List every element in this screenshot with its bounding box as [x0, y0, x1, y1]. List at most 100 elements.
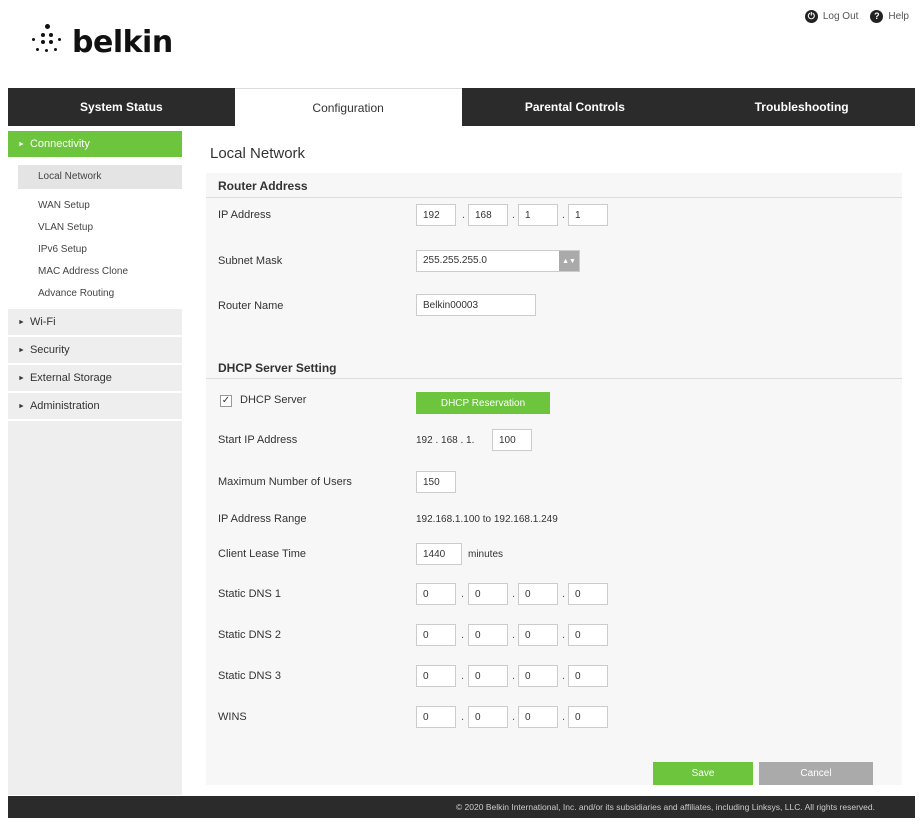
dhcp-heading: DHCP Server Setting [218, 361, 337, 375]
ip-dot: . [562, 629, 566, 641]
page-title: Local Network [210, 145, 306, 162]
max-users-label: Maximum Number of Users [218, 476, 352, 488]
dhcp-server-label: DHCP Server [240, 394, 307, 406]
content-area: Local Network Router Address IP Address … [182, 131, 915, 795]
ip-dot: . [461, 711, 465, 723]
ip-dot: . [462, 209, 466, 221]
main-nav: System Status Configuration Parental Con… [8, 88, 915, 126]
sidebar-item-vlan-setup[interactable]: VLAN Setup [8, 217, 182, 239]
ip-octet-1[interactable] [416, 204, 456, 226]
arrow-right-icon: ► [18, 318, 25, 326]
dns3-octet-1[interactable] [416, 665, 456, 687]
lease-time-input[interactable] [416, 543, 462, 565]
logo-dots-icon [30, 24, 64, 60]
router-name-input[interactable] [416, 294, 536, 316]
ip-dot: . [562, 711, 566, 723]
sidebar-item-wan-setup[interactable]: WAN Setup [8, 195, 182, 217]
ip-dot: . [512, 670, 516, 682]
max-users-input[interactable] [416, 471, 456, 493]
dns2-octet-1[interactable] [416, 624, 456, 646]
lease-time-unit: minutes [468, 549, 504, 560]
logout-link[interactable]: ⏻ Log Out [804, 10, 859, 23]
dns2-octet-2[interactable] [468, 624, 508, 646]
dns3-octet-3[interactable] [518, 665, 558, 687]
save-button[interactable]: Save [653, 762, 753, 785]
copyright-text: © 2020 Belkin International, Inc. and/or… [455, 802, 875, 812]
sidebar-item-ipv6-setup[interactable]: IPv6 Setup [8, 239, 182, 261]
sidebar-section-connectivity[interactable]: ► Connectivity [8, 131, 182, 159]
ip-dot: . [461, 588, 465, 600]
sidebar-section-external-storage[interactable]: ► External Storage [8, 365, 182, 393]
dns1-octet-1[interactable] [416, 583, 456, 605]
belkin-logo: belkin [30, 24, 173, 60]
cancel-button[interactable]: Cancel [759, 762, 873, 785]
dns1-octet-2[interactable] [468, 583, 508, 605]
subnet-mask-label: Subnet Mask [218, 255, 283, 267]
help-icon: ? [870, 10, 884, 23]
subnet-mask-value: 255.255.255.0 [423, 255, 487, 266]
sidebar-item-advance-routing[interactable]: Advance Routing [8, 283, 182, 305]
select-arrows-icon: ▲▼ [559, 251, 579, 271]
tab-configuration[interactable]: Configuration [234, 88, 462, 126]
footer: © 2020 Belkin International, Inc. and/or… [8, 796, 915, 818]
sidebar-section-administration[interactable]: ► Administration [8, 393, 182, 421]
ip-octet-4[interactable] [568, 204, 608, 226]
help-label: Help [888, 11, 909, 22]
wins-octet-4[interactable] [568, 706, 608, 728]
ip-dot: . [562, 209, 566, 221]
dhcp-server-checkbox[interactable]: ✓ [220, 395, 232, 407]
wins-octet-2[interactable] [468, 706, 508, 728]
dns1-octet-3[interactable] [518, 583, 558, 605]
sidebar-section-wifi[interactable]: ► Wi-Fi [8, 309, 182, 337]
help-link[interactable]: ? Help [870, 10, 909, 23]
ip-octet-3[interactable] [518, 204, 558, 226]
dns2-octet-4[interactable] [568, 624, 608, 646]
start-ip-label: Start IP Address [218, 434, 298, 446]
static-dns1-label: Static DNS 1 [218, 588, 281, 600]
sidebar-section-label: Wi-Fi [29, 316, 56, 328]
ip-dot: . [512, 209, 516, 221]
sidebar-section-label: External Storage [29, 372, 112, 384]
sidebar-section-label: Connectivity [29, 138, 90, 150]
dns3-octet-2[interactable] [468, 665, 508, 687]
sidebar: ► Connectivity Local Network WAN Setup V… [8, 131, 182, 795]
start-ip-prefix: 192 . 168 . 1. [416, 435, 475, 446]
ip-range-value: 192.168.1.100 to 192.168.1.249 [416, 514, 558, 525]
ip-dot: . [512, 588, 516, 600]
subnet-mask-select[interactable]: 255.255.255.0 ▲▼ [416, 250, 580, 272]
dns3-octet-4[interactable] [568, 665, 608, 687]
arrow-right-icon: ► [18, 346, 25, 354]
ip-address-label: IP Address [218, 209, 271, 221]
ip-dot: . [461, 629, 465, 641]
tab-parental-controls[interactable]: Parental Controls [462, 88, 689, 126]
sidebar-item-local-network[interactable]: Local Network [18, 165, 182, 189]
sidebar-section-security[interactable]: ► Security [8, 337, 182, 365]
dhcp-reservation-button[interactable]: DHCP Reservation [416, 392, 550, 414]
arrow-right-icon: ► [18, 140, 25, 148]
static-dns2-label: Static DNS 2 [218, 629, 281, 641]
sidebar-item-mac-address-clone[interactable]: MAC Address Clone [8, 261, 182, 283]
ip-dot: . [512, 711, 516, 723]
start-ip-last-octet[interactable] [492, 429, 532, 451]
arrow-right-icon: ► [18, 374, 25, 382]
top-links: ⏻ Log Out ? Help [799, 10, 909, 23]
dns2-octet-3[interactable] [518, 624, 558, 646]
router-name-label: Router Name [218, 300, 284, 312]
dns1-octet-4[interactable] [568, 583, 608, 605]
logout-label: Log Out [822, 11, 859, 22]
ip-range-label: IP Address Range [218, 513, 307, 525]
tab-system-status[interactable]: System Status [8, 88, 235, 126]
lease-time-label: Client Lease Time [218, 548, 307, 560]
settings-panel: Router Address IP Address . . . Subnet M… [206, 173, 902, 785]
tab-troubleshooting[interactable]: Troubleshooting [688, 88, 915, 126]
logo-text: belkin [72, 24, 173, 60]
router-address-heading: Router Address [218, 179, 308, 193]
wins-label: WINS [218, 711, 247, 723]
wins-octet-3[interactable] [518, 706, 558, 728]
ip-dot: . [461, 670, 465, 682]
ip-dot: . [562, 670, 566, 682]
ip-octet-2[interactable] [468, 204, 508, 226]
wins-octet-1[interactable] [416, 706, 456, 728]
power-icon: ⏻ [804, 10, 818, 23]
ip-dot: . [562, 588, 566, 600]
